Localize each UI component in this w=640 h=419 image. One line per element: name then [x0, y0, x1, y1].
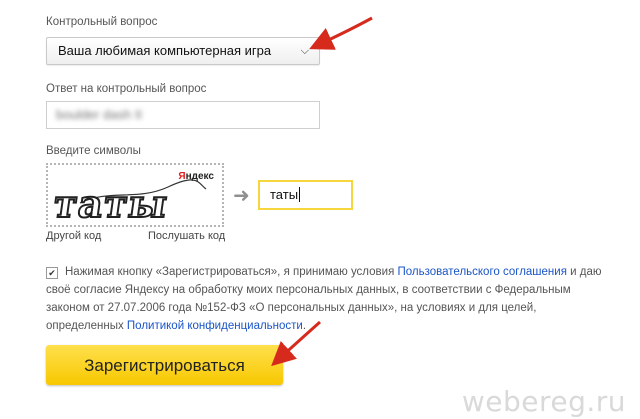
terms-link[interactable]: Пользовательского соглашения — [398, 266, 567, 278]
chevron-down-icon: ⌵ — [300, 45, 309, 57]
register-button[interactable]: Зарегистрироваться — [46, 345, 283, 385]
answer-label: Ответ на контрольный вопрос — [46, 83, 207, 95]
captcha-text: таты — [50, 180, 172, 227]
red-arrow-icon — [271, 320, 321, 367]
answer-input[interactable]: boulder dash II — [46, 101, 320, 129]
agreement-checkbox[interactable]: ✔ — [46, 267, 58, 279]
captcha-label: Введите символы — [46, 145, 141, 157]
security-question-select[interactable]: Ваша любимая компьютерная игра ⌵ — [46, 37, 320, 65]
watermark: webereg.ru — [461, 385, 626, 418]
red-arrow-icon — [309, 16, 373, 50]
captcha-input[interactable]: таты — [258, 180, 353, 210]
security-question-value: Ваша любимая компьютерная игра — [58, 43, 272, 58]
captcha-image: Яндекс таты — [46, 163, 224, 227]
answer-value: boulder dash II — [56, 107, 143, 122]
arrow-right-icon: ➜ — [233, 185, 250, 207]
other-code-link[interactable]: Другой код — [46, 230, 101, 242]
security-question-label: Контрольный вопрос — [46, 16, 158, 28]
listen-code-link[interactable]: Послушать код — [148, 230, 225, 242]
captcha-input-value: таты — [270, 187, 299, 202]
